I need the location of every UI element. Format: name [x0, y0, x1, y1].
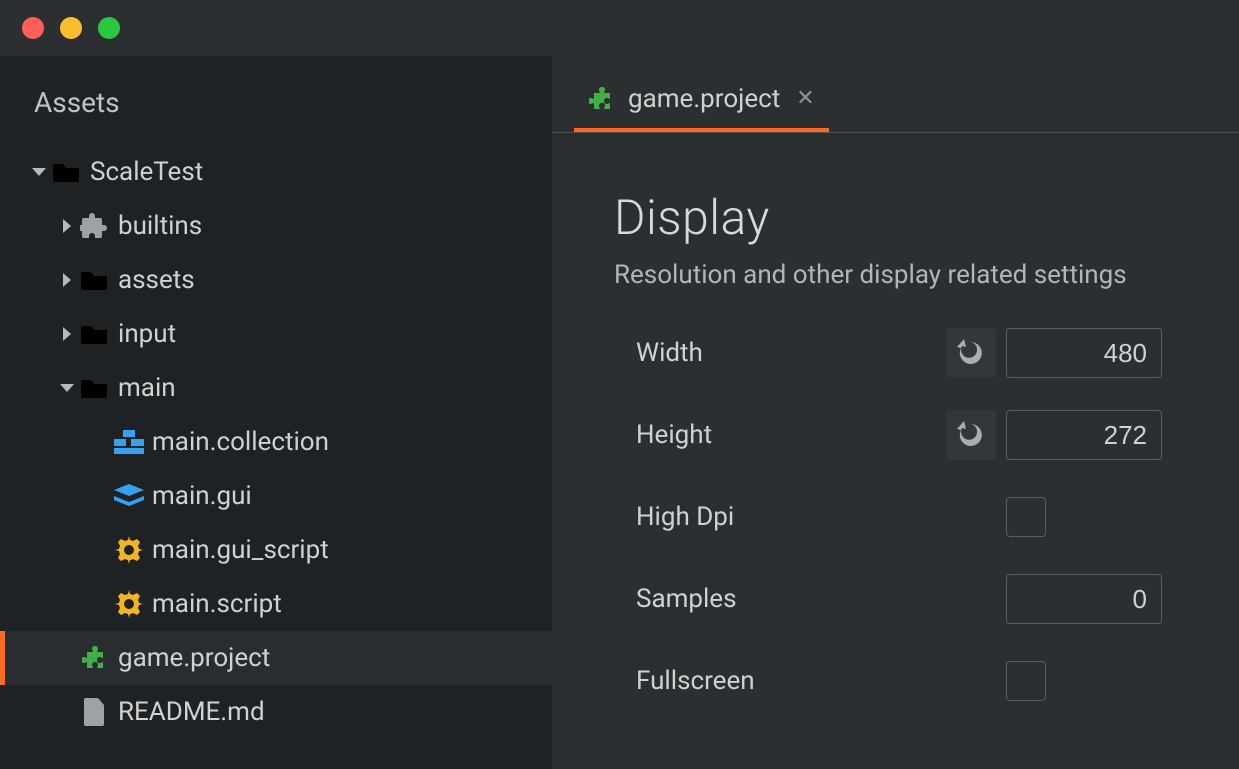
- section-subtitle: Resolution and other display related set…: [614, 260, 1239, 290]
- tree-item-label: input: [112, 319, 176, 349]
- tree-item-main-collection[interactable]: main.collection: [0, 415, 552, 469]
- tree-item-label: assets: [112, 265, 195, 295]
- assets-panel: Assets ScaleTest builtins assets: [0, 56, 552, 769]
- chevron-right-icon: [56, 327, 78, 341]
- tree-item-label: README.md: [112, 697, 265, 727]
- section-title: Display: [614, 189, 1239, 246]
- tree-item-builtins[interactable]: builtins: [0, 199, 552, 253]
- tree-item-main-gui-script[interactable]: main.gui_script: [0, 523, 552, 577]
- assets-tree: ScaleTest builtins assets input: [0, 145, 552, 739]
- field-height: Height: [636, 408, 1239, 462]
- tree-item-label: builtins: [112, 211, 202, 241]
- collection-icon: [112, 430, 146, 454]
- tree-item-main-script[interactable]: main.script: [0, 577, 552, 631]
- tree-item-game-project[interactable]: game.project: [0, 631, 552, 685]
- editor-pane: game.project ✕ Display Resolution and ot…: [552, 56, 1239, 769]
- width-input[interactable]: [1006, 328, 1162, 378]
- project-icon: [588, 85, 616, 113]
- gui-icon: [112, 484, 146, 508]
- minimize-icon[interactable]: [60, 17, 82, 39]
- script-icon: [112, 590, 146, 618]
- tree-item-label: main: [112, 373, 176, 403]
- tree-item-label: game.project: [112, 643, 270, 673]
- titlebar: [0, 0, 1239, 56]
- tree-item-readme[interactable]: README.md: [0, 685, 552, 739]
- tree-item-input[interactable]: input: [0, 307, 552, 361]
- tree-item-main-gui[interactable]: main.gui: [0, 469, 552, 523]
- field-fullscreen: Fullscreen: [636, 654, 1239, 708]
- puzzle-icon: [78, 211, 112, 241]
- field-list: Width Height High: [614, 326, 1239, 708]
- script-icon: [112, 536, 146, 564]
- document-icon: [78, 698, 112, 726]
- settings-content: Display Resolution and other display rel…: [552, 133, 1239, 708]
- chevron-down-icon: [28, 165, 50, 179]
- main-body: Assets ScaleTest builtins assets: [0, 56, 1239, 769]
- field-label: High Dpi: [636, 502, 946, 532]
- tab-bar: game.project ✕: [552, 56, 1239, 132]
- tab-game-project[interactable]: game.project ✕: [574, 74, 829, 132]
- tree-item-label: main.gui_script: [146, 535, 329, 565]
- tree-item-label: main.gui: [146, 481, 252, 511]
- close-icon[interactable]: [22, 17, 44, 39]
- field-label: Width: [636, 338, 946, 368]
- field-width: Width: [636, 326, 1239, 380]
- reset-button[interactable]: [946, 410, 996, 460]
- field-label: Samples: [636, 584, 946, 614]
- project-icon: [78, 645, 112, 671]
- tree-root-scaletest[interactable]: ScaleTest: [0, 145, 552, 199]
- reset-button[interactable]: [946, 328, 996, 378]
- folder-icon: [78, 377, 112, 399]
- field-samples: Samples: [636, 572, 1239, 626]
- chevron-right-icon: [56, 273, 78, 287]
- tree-item-label: ScaleTest: [84, 157, 203, 187]
- tree-item-assets[interactable]: assets: [0, 253, 552, 307]
- tree-item-label: main.collection: [146, 427, 329, 457]
- chevron-down-icon: [56, 381, 78, 395]
- tab-label: game.project: [628, 84, 780, 114]
- chevron-right-icon: [56, 219, 78, 233]
- high-dpi-checkbox[interactable]: [1006, 497, 1046, 537]
- folder-icon: [50, 161, 84, 183]
- field-label: Fullscreen: [636, 666, 946, 696]
- samples-input[interactable]: [1006, 574, 1162, 624]
- editor-window: Assets ScaleTest builtins assets: [0, 0, 1239, 769]
- folder-icon: [78, 269, 112, 291]
- fullscreen-checkbox[interactable]: [1006, 661, 1046, 701]
- close-tab-icon[interactable]: ✕: [792, 88, 814, 110]
- tree-item-label: main.script: [146, 589, 282, 619]
- field-high-dpi: High Dpi: [636, 490, 1239, 544]
- window-controls: [22, 17, 120, 39]
- field-label: Height: [636, 420, 946, 450]
- maximize-icon[interactable]: [98, 17, 120, 39]
- assets-panel-title: Assets: [0, 86, 552, 145]
- tree-item-main[interactable]: main: [0, 361, 552, 415]
- folder-icon: [78, 323, 112, 345]
- height-input[interactable]: [1006, 410, 1162, 460]
